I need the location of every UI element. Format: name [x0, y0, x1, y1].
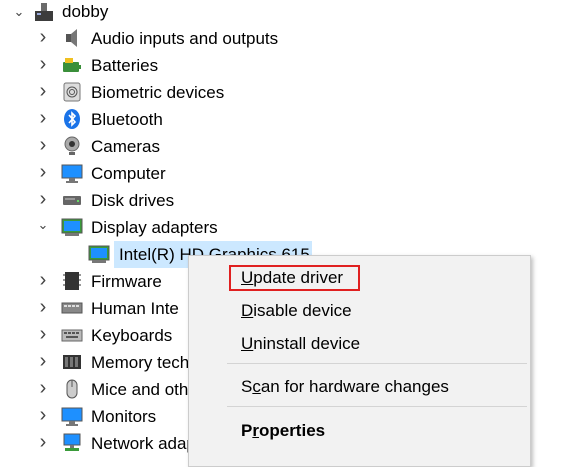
expand-chevron-icon[interactable]: ›	[36, 404, 50, 426]
expand-chevron-icon[interactable]: ›	[36, 269, 50, 291]
expand-chevron-icon[interactable]: ›	[36, 296, 50, 318]
tree-item-mice-and-oth[interactable]: Mice and oth	[91, 376, 188, 403]
expand-chevron-icon[interactable]: ›	[36, 134, 50, 156]
collapse-chevron-icon[interactable]: ⌄	[36, 217, 50, 232]
menu-item-scan-hardware[interactable]: Scan for hardware changes	[241, 375, 449, 399]
battery-icon	[63, 58, 81, 72]
tree-item-firmware[interactable]: Firmware	[91, 268, 162, 295]
tree-item-memory-tech[interactable]: Memory tech	[91, 349, 189, 376]
bluetooth-icon	[64, 109, 80, 129]
monitor-icon	[61, 407, 83, 426]
hid-icon	[61, 302, 83, 314]
menu-item-disable-device[interactable]: Disable device	[241, 299, 352, 323]
tree-item-biometric-devices[interactable]: Biometric devices	[91, 79, 224, 106]
expand-chevron-icon[interactable]: ›	[36, 161, 50, 183]
mouse-icon	[66, 379, 78, 399]
expand-chevron-icon[interactable]: ›	[36, 188, 50, 210]
display-adapter-icon	[88, 245, 110, 263]
disk-drive-icon	[63, 196, 81, 205]
tree-item-cameras[interactable]: Cameras	[91, 133, 160, 160]
menu-separator	[227, 363, 527, 364]
expand-chevron-icon[interactable]: ›	[36, 107, 50, 129]
speaker-icon	[66, 29, 77, 47]
context-menu: Update driver Disable device Uninstall d…	[188, 255, 531, 467]
expand-chevron-icon[interactable]: ›	[36, 350, 50, 372]
keyboard-icon	[61, 329, 83, 342]
chip-icon	[63, 272, 81, 290]
expand-chevron-icon[interactable]: ›	[36, 53, 50, 75]
menu-item-properties[interactable]: Properties	[241, 419, 325, 443]
monitor-icon	[61, 164, 83, 183]
tree-item-keyboards[interactable]: Keyboards	[91, 322, 172, 349]
display-adapter-icon	[61, 218, 83, 236]
webcam-icon	[64, 136, 80, 155]
tree-root-label[interactable]: dobby	[62, 0, 108, 25]
menu-item-uninstall-device[interactable]: Uninstall device	[241, 332, 360, 356]
network-icon	[63, 433, 81, 451]
tree-item-monitors[interactable]: Monitors	[91, 403, 156, 430]
menu-item-update-driver[interactable]: Update driver	[241, 266, 343, 290]
memory-icon	[63, 355, 81, 369]
menu-separator	[227, 406, 527, 407]
tree-item-computer[interactable]: Computer	[91, 160, 166, 187]
tree-item-human-inte[interactable]: Human Inte	[91, 295, 179, 322]
expand-chevron-icon[interactable]: ›	[36, 26, 50, 48]
computer-tower-icon	[35, 3, 53, 21]
tree-item-disk-drives[interactable]: Disk drives	[91, 187, 174, 214]
tree-item-bluetooth[interactable]: Bluetooth	[91, 106, 163, 133]
tree-item-audio-inputs-and-outputs[interactable]: Audio inputs and outputs	[91, 25, 278, 52]
fingerprint-icon	[63, 82, 81, 102]
expand-chevron-icon[interactable]: ›	[36, 431, 50, 453]
collapse-chevron-icon[interactable]: ⌄	[12, 4, 26, 19]
expand-chevron-icon[interactable]: ›	[36, 80, 50, 102]
expand-chevron-icon[interactable]: ›	[36, 323, 50, 345]
expand-chevron-icon[interactable]: ›	[36, 377, 50, 399]
tree-item-batteries[interactable]: Batteries	[91, 52, 158, 79]
tree-item-network-adap[interactable]: Network adap	[91, 430, 196, 457]
tree-item-display-adapters[interactable]: Display adapters	[91, 214, 218, 241]
